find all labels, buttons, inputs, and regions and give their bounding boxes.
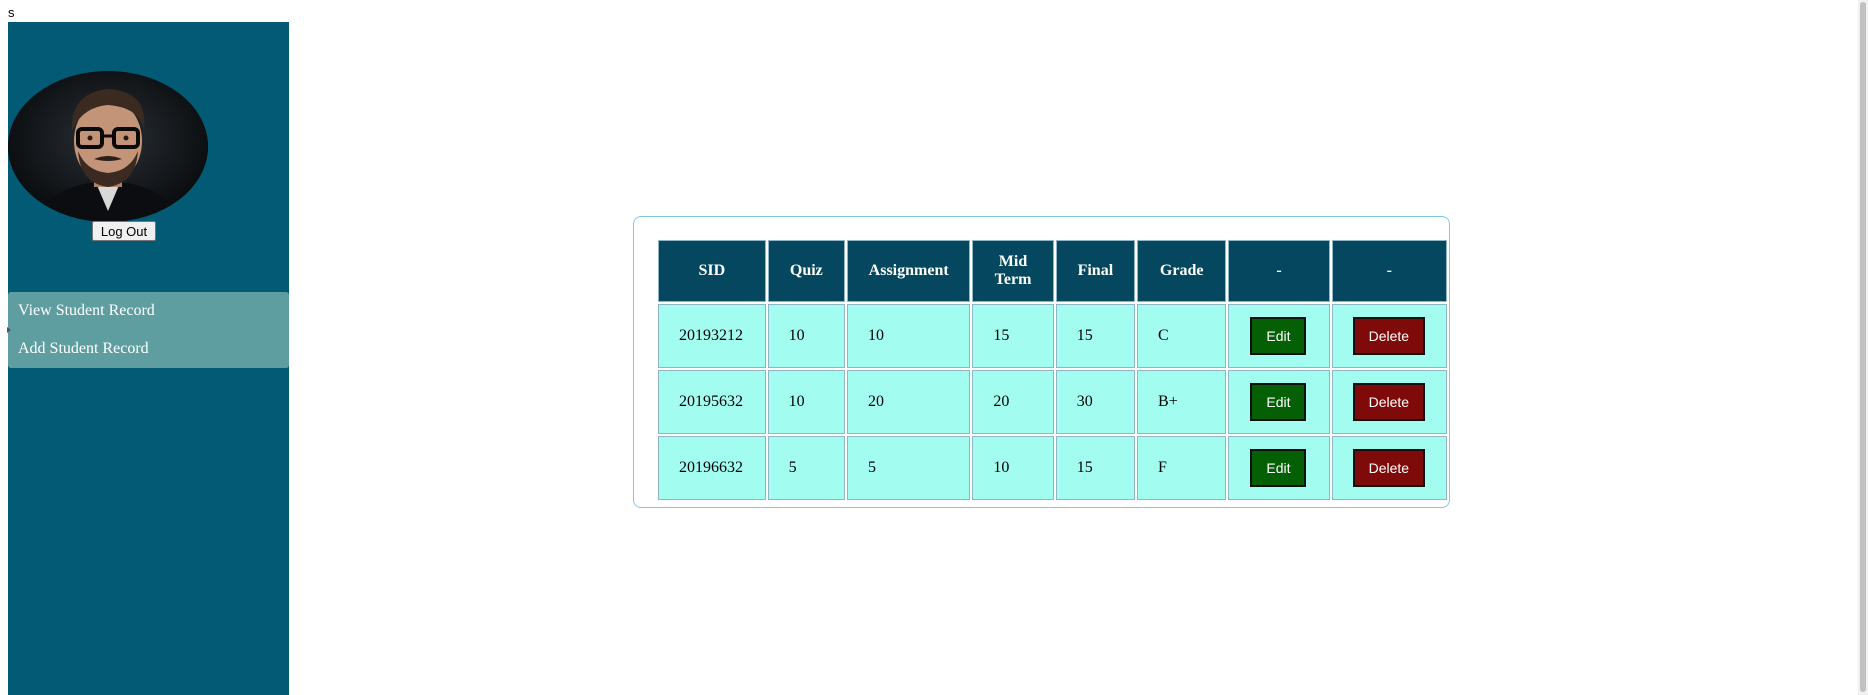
edit-button[interactable]: Edit xyxy=(1250,449,1307,487)
column-header-grade: Grade xyxy=(1137,240,1227,302)
page-letter: s xyxy=(8,5,15,20)
cell-grade: B+ xyxy=(1137,370,1227,434)
column-header-delete: - xyxy=(1331,240,1447,302)
cell-grade: F xyxy=(1137,436,1227,500)
delete-button[interactable]: Delete xyxy=(1352,317,1425,355)
student-records-table: SID Quiz Assignment Mid Term Final Grade… xyxy=(656,238,1449,502)
cell-mid-term: 20 xyxy=(972,370,1054,434)
scrollbar-thumb[interactable] xyxy=(1860,2,1866,692)
cell-sid: 20196632 xyxy=(658,436,766,500)
vertical-scrollbar[interactable] xyxy=(1858,0,1868,695)
column-header-assignment: Assignment xyxy=(847,240,971,302)
cell-edit: Edit xyxy=(1228,370,1330,434)
column-header-final: Final xyxy=(1055,240,1136,302)
cell-mid-term: 10 xyxy=(972,436,1054,500)
profile-avatar xyxy=(8,71,208,222)
cell-assignment: 20 xyxy=(847,370,971,434)
column-header-sid: SID xyxy=(658,240,766,302)
edit-button[interactable]: Edit xyxy=(1250,383,1307,421)
delete-button[interactable]: Delete xyxy=(1352,449,1425,487)
cell-grade: C xyxy=(1137,304,1227,368)
cell-edit: Edit xyxy=(1228,436,1330,500)
cell-sid: 20193212 xyxy=(658,304,766,368)
table-row: 20196632 5 5 10 15 F Edit Delete xyxy=(658,436,1447,500)
sidebar-item-add-student-record[interactable]: Add Student Record xyxy=(8,330,289,368)
sidebar-menu: View Student Record Add Student Record xyxy=(8,292,289,368)
column-header-quiz: Quiz xyxy=(767,240,846,302)
records-panel: SID Quiz Assignment Mid Term Final Grade… xyxy=(633,216,1450,508)
cell-mid-term: 15 xyxy=(972,304,1054,368)
table-header-row: SID Quiz Assignment Mid Term Final Grade… xyxy=(658,240,1447,302)
cell-assignment: 5 xyxy=(847,436,971,500)
cell-final: 15 xyxy=(1055,304,1136,368)
sidebar-marker-icon xyxy=(7,327,11,333)
edit-button[interactable]: Edit xyxy=(1250,317,1307,355)
cell-delete: Delete xyxy=(1331,370,1447,434)
cell-quiz: 10 xyxy=(767,370,846,434)
cell-sid: 20195632 xyxy=(658,370,766,434)
cell-edit: Edit xyxy=(1228,304,1330,368)
sidebar: Log Out View Student Record Add Student … xyxy=(8,22,289,695)
cell-quiz: 10 xyxy=(767,304,846,368)
cell-delete: Delete xyxy=(1331,304,1447,368)
column-header-edit: - xyxy=(1228,240,1330,302)
table-row: 20195632 10 20 20 30 B+ Edit Delete xyxy=(658,370,1447,434)
cell-assignment: 10 xyxy=(847,304,971,368)
sidebar-item-view-student-record[interactable]: View Student Record xyxy=(8,292,289,330)
logout-button[interactable]: Log Out xyxy=(92,221,156,241)
avatar-photo xyxy=(8,71,208,222)
table-row: 20193212 10 10 15 15 C Edit Delete xyxy=(658,304,1447,368)
cell-delete: Delete xyxy=(1331,436,1447,500)
cell-final: 15 xyxy=(1055,436,1136,500)
column-header-mid-term: Mid Term xyxy=(972,240,1054,302)
cell-final: 30 xyxy=(1055,370,1136,434)
cell-quiz: 5 xyxy=(767,436,846,500)
delete-button[interactable]: Delete xyxy=(1352,383,1425,421)
